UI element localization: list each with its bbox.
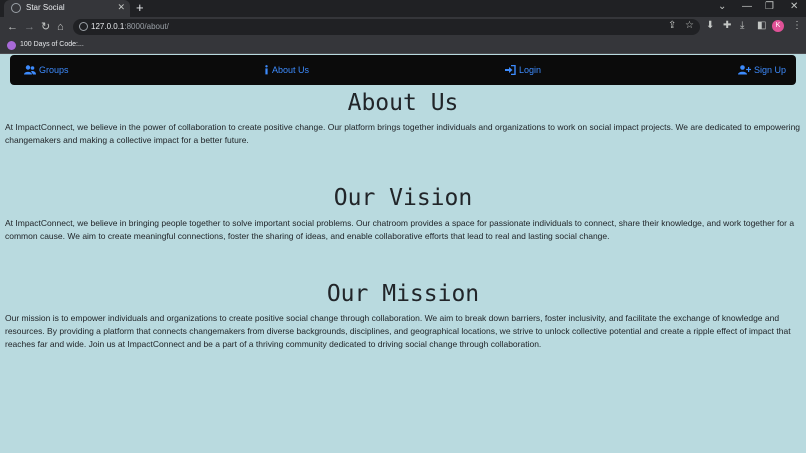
nav-signup-link[interactable]: Sign Up [738, 63, 786, 77]
new-tab-icon[interactable]: + [136, 1, 144, 15]
tab-search-icon[interactable]: ⌄ [718, 1, 726, 12]
browser-tab-bar: Star Social ✕ + ⌄ — ❐ ✕ [0, 0, 806, 17]
nav-login-label: Login [519, 65, 542, 75]
close-tab-icon[interactable]: ✕ [117, 2, 125, 13]
vision-text: At ImpactConnect, we believe in bringing… [5, 218, 795, 241]
url-path: :8000/about/ [124, 22, 169, 31]
url-text: 127.0.0.1:8000/about/ [91, 22, 169, 31]
users-icon [24, 65, 36, 75]
nav-about-label: About Us [272, 65, 310, 75]
mission-text: Our mission is to empower individuals an… [5, 313, 791, 349]
side-panel-icon[interactable]: ◧ [757, 20, 766, 31]
bookmark-item[interactable]: 100 Days of Code:... [20, 41, 84, 48]
nav-signup-label: Sign Up [754, 65, 787, 75]
vision-heading: Our Vision [333, 185, 473, 211]
share-icon[interactable]: ⇪ [668, 20, 676, 31]
url-host: 127.0.0.1 [91, 22, 125, 31]
nav-groups-link[interactable]: Groups [24, 63, 69, 77]
back-icon[interactable]: ← [7, 20, 18, 34]
bookmark-star-icon[interactable]: ☆ [685, 20, 694, 31]
site-info-icon[interactable] [79, 22, 88, 31]
reload-icon[interactable]: ↻ [41, 20, 50, 34]
nav-about-link[interactable]: About Us [264, 63, 309, 77]
bookmark-favicon-icon [7, 41, 16, 50]
home-icon[interactable]: ⌂ [57, 20, 64, 34]
menu-icon[interactable]: ⋮ [792, 20, 802, 31]
tab-title: Star Social [26, 3, 65, 12]
browser-tab[interactable]: Star Social ✕ [4, 0, 130, 17]
profile-avatar[interactable]: K [772, 20, 784, 32]
about-heading: About Us [347, 90, 459, 116]
browser-toolbar: ← → ↻ ⌂ 127.0.0.1:8000/about/ ⇪ ☆ ⬇ ✚ ⤓ … [0, 17, 806, 37]
nav-groups-label: Groups [39, 65, 69, 75]
sign-in-icon [505, 65, 516, 75]
restore-icon[interactable]: ❐ [765, 1, 774, 12]
forward-icon[interactable]: → [24, 20, 35, 34]
minimize-icon[interactable]: — [742, 1, 752, 12]
extensions-icon[interactable]: ✚ [723, 20, 731, 31]
nav-login-link[interactable]: Login [505, 63, 541, 77]
close-window-icon[interactable]: ✕ [790, 1, 798, 12]
download-icon[interactable]: ⤓ [740, 20, 744, 31]
globe-icon [11, 3, 21, 13]
user-plus-icon [738, 65, 751, 75]
bookmarks-bar: 100 Days of Code:... [0, 37, 806, 54]
mission-heading: Our Mission [326, 281, 480, 307]
site-navbar: Groups About Us Login Sign Up [10, 55, 796, 85]
extension-pin-icon[interactable]: ⬇ [706, 20, 714, 31]
about-text: At ImpactConnect, we believe in the powe… [5, 122, 801, 145]
address-bar[interactable]: 127.0.0.1:8000/about/ ⇪ ☆ [73, 19, 700, 35]
info-icon [265, 65, 268, 75]
